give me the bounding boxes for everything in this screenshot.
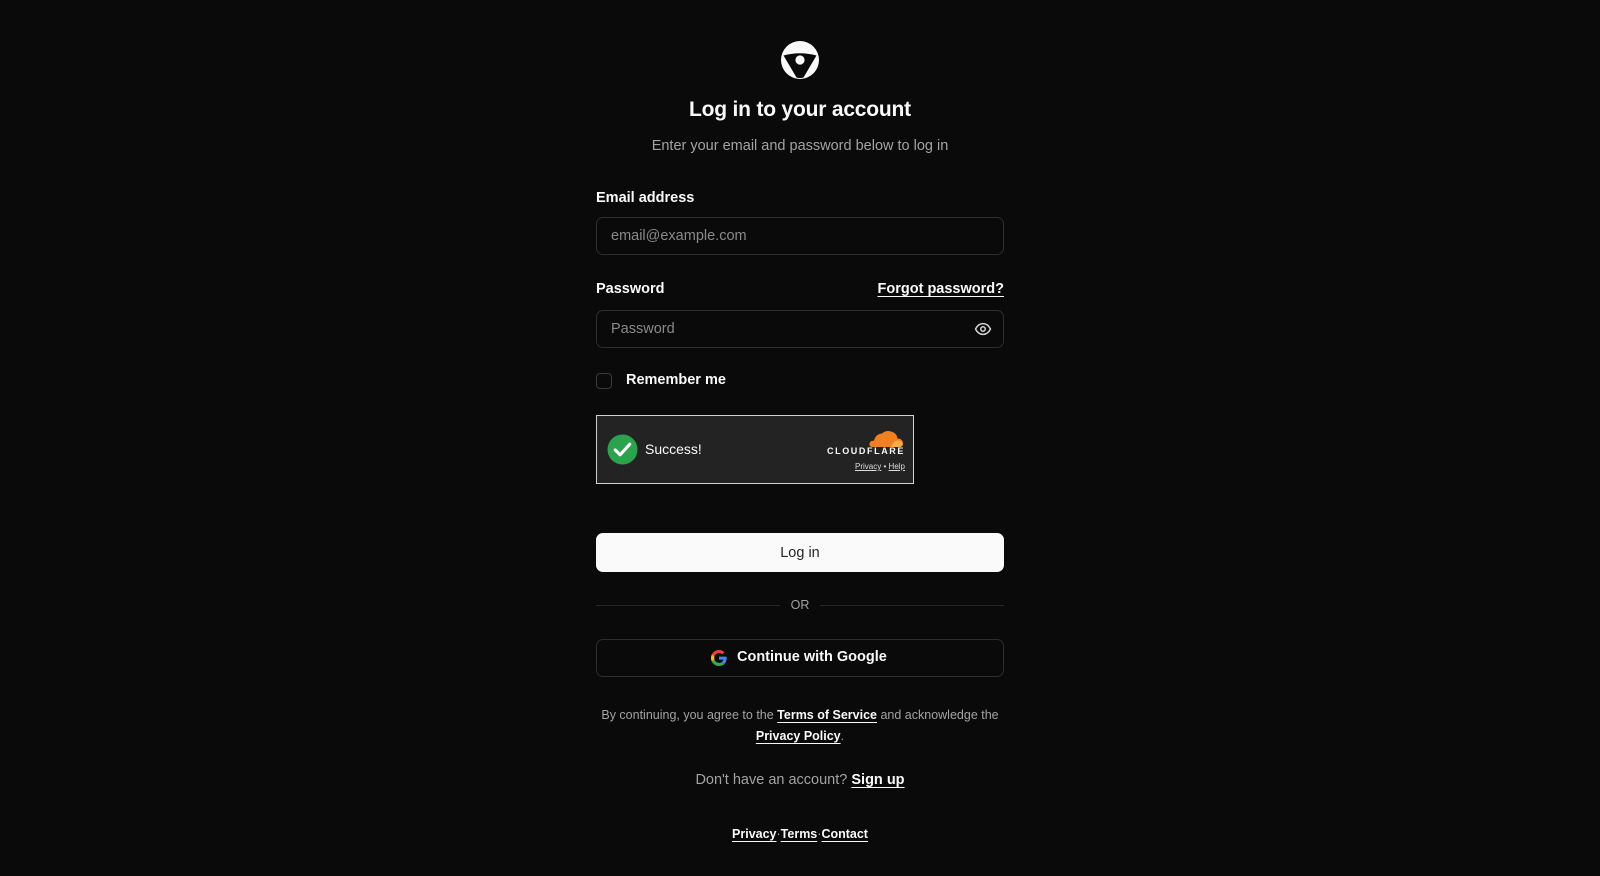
page-subtitle: Enter your email and password below to l…	[651, 138, 949, 154]
email-input[interactable]	[596, 217, 1004, 255]
legal-notice: By continuing, you agree to the Terms of…	[596, 705, 1004, 747]
cloudflare-cloud-icon	[869, 431, 904, 447]
login-page: Log in to your account Enter your email …	[0, 0, 1600, 876]
legal-suffix: .	[840, 729, 845, 743]
google-button-label: Continue with Google	[737, 649, 887, 665]
email-label: Email address	[596, 190, 695, 206]
footer-privacy-link[interactable]: Privacy	[732, 827, 776, 841]
divider-left	[596, 605, 780, 606]
check-circle-icon	[607, 434, 638, 465]
google-icon	[711, 650, 727, 666]
google-signin-button[interactable]: Continue with Google	[596, 639, 1004, 677]
legal-prefix: By continuing, you agree to the	[601, 708, 778, 722]
divider-or-text: OR	[790, 598, 810, 612]
cloudflare-captcha-widget[interactable]: Success! CLOUDFLARE Privacy • Help	[596, 415, 914, 484]
cloudflare-wordmark: CLOUDFLARE	[827, 446, 905, 456]
legal-middle: and acknowledge the	[877, 708, 999, 722]
password-input[interactable]	[596, 310, 1004, 348]
remember-me-label: Remember me	[626, 372, 726, 388]
password-label: Password	[596, 281, 665, 297]
terms-of-service-link[interactable]: Terms of Service	[777, 708, 877, 722]
divider-right	[820, 605, 1004, 606]
privacy-policy-link[interactable]: Privacy Policy	[756, 729, 841, 743]
captcha-privacy-link[interactable]: Privacy	[855, 462, 881, 471]
signup-prompt: Don't have an account? Sign up	[596, 772, 1004, 788]
forgot-password-link[interactable]: Forgot password?	[878, 281, 1004, 297]
captcha-link-separator: •	[883, 462, 887, 471]
footer-links: Privacy·Terms·Contact	[596, 827, 1004, 841]
captcha-links: Privacy • Help	[823, 462, 905, 471]
page-title: Log in to your account	[689, 98, 911, 121]
login-button[interactable]: Log in	[596, 533, 1004, 572]
captcha-status: Success!	[645, 441, 702, 457]
footer-contact-link[interactable]: Contact	[821, 827, 868, 841]
sign-up-link[interactable]: Sign up	[851, 772, 904, 788]
signup-prompt-text: Don't have an account?	[695, 772, 852, 788]
eye-icon[interactable]	[974, 320, 992, 338]
captcha-help-link[interactable]: Help	[889, 462, 905, 471]
remember-me-checkbox[interactable]	[596, 373, 612, 389]
footer-terms-link[interactable]: Terms	[781, 827, 818, 841]
brand-logo-icon	[781, 41, 819, 79]
